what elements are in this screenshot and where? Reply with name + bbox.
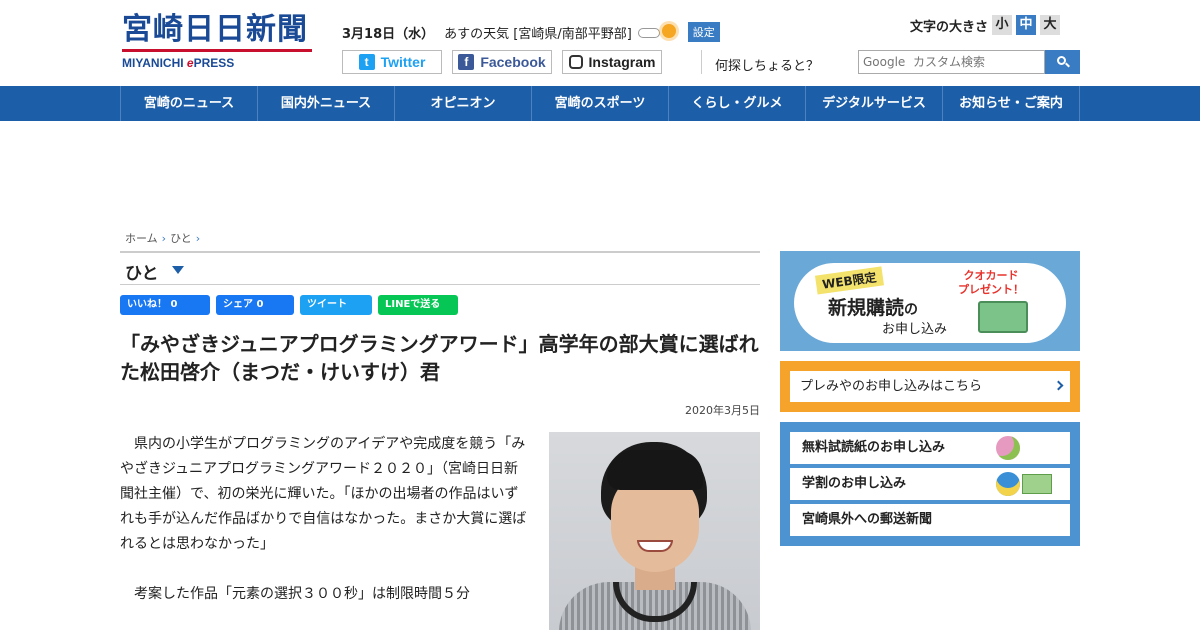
current-date: 3月18日（水） <box>342 26 435 42</box>
student-discount-link[interactable]: 学割のお申し込み <box>790 468 1070 500</box>
font-size-small-button[interactable]: 小 <box>992 15 1013 35</box>
promo-present-text: クオカード プレゼント！ <box>958 269 1024 296</box>
school-icon <box>1022 474 1052 494</box>
nav-opinion[interactable]: オピニオン <box>395 86 532 121</box>
facebook-like-button[interactable]: いいね！ 0 <box>120 295 210 315</box>
nav-digital[interactable]: デジタルサービス <box>806 86 943 121</box>
tweet-button[interactable]: ツイート <box>300 295 372 315</box>
facebook-icon: f <box>458 54 475 70</box>
section-header: ひと <box>120 251 760 285</box>
header-divider <box>701 50 702 74</box>
subscription-promo-banner[interactable]: WEB限定 新規購読の お申し込み クオカード プレゼント！ <box>780 251 1080 351</box>
instagram-icon <box>568 55 583 69</box>
twitter-link[interactable]: t Twitter <box>342 50 442 74</box>
breadcrumb-section[interactable]: ひと <box>170 232 192 245</box>
search-prompt-label: 何探しちょると？ <box>715 59 820 74</box>
font-size-label: 文字の大きさ <box>910 19 989 35</box>
article-headline: 「みやざきジュニアプログラミングアワード」高学年の部大賞に選ばれた松田啓介（まつ… <box>120 332 759 384</box>
subscription-links: 無料試読紙のお申し込み 学割のお申し込み 宮崎県外への郵送新聞 <box>780 422 1080 546</box>
bird-mascot-icon <box>996 472 1020 496</box>
date-weather-line: 3月18日（水） あすの天気 [宮崎県/南部平野部] 設定 <box>342 22 720 42</box>
nav-miyazaki-news[interactable]: 宮崎のニュース <box>121 86 258 121</box>
search-input[interactable] <box>858 50 1045 74</box>
site-search <box>858 50 1080 74</box>
weather-label: あすの天気 [宮崎県/南部平野部] <box>444 26 632 42</box>
premiya-link[interactable]: プレみやのお申し込みはこちら <box>790 371 1070 402</box>
site-logo[interactable]: 宮崎日日新聞 MIYANICHI ePRESS <box>122 14 314 72</box>
facebook-share-button[interactable]: シェア 0 <box>216 295 294 315</box>
mail-delivery-link[interactable]: 宮崎県外への郵送新聞 <box>790 504 1070 536</box>
chevron-right-icon: › <box>161 232 167 245</box>
nav-info[interactable]: お知らせ・ご案内 <box>943 86 1080 121</box>
line-share-button[interactable]: LINEで送る <box>378 295 458 315</box>
promo-title: 新規購読の <box>828 297 919 319</box>
instagram-link[interactable]: Instagram <box>562 50 662 74</box>
font-size-switcher: 文字の大きさ 小 中 大 <box>910 15 1061 35</box>
chevron-right-icon <box>1053 380 1064 391</box>
free-trial-link[interactable]: 無料試読紙のお申し込み <box>790 432 1070 464</box>
section-title: ひと <box>125 264 159 284</box>
breadcrumb: ホーム › ひと › <box>125 230 204 246</box>
twitter-icon: t <box>358 54 375 70</box>
nav-lifestyle[interactable]: くらし・グルメ <box>669 86 806 121</box>
font-size-medium-button[interactable]: 中 <box>1016 15 1037 35</box>
promo-subtitle: お申し込み <box>882 322 948 337</box>
article-date: 2020年3月5日 <box>685 404 760 417</box>
logo-underline <box>122 49 312 52</box>
site-header: 宮崎日日新聞 MIYANICHI ePRESS 3月18日（水） あすの天気 [… <box>0 0 1200 86</box>
chevron-right-icon: › <box>195 232 201 245</box>
breadcrumb-home[interactable]: ホーム <box>125 232 158 245</box>
font-size-large-button[interactable]: 大 <box>1040 15 1061 35</box>
search-button[interactable] <box>1045 50 1080 74</box>
article-body: 県内の小学生がプログラミングのアイデアや完成度を競う「みやざきジュニアプログラミ… <box>120 432 530 630</box>
article-paragraph: 県内の小学生がプログラミングのアイデアや完成度を競う「みやざきジュニアプログラミ… <box>120 436 527 552</box>
article-photo <box>549 432 760 630</box>
logo-subtitle: MIYANICHI ePRESS <box>122 56 235 70</box>
main-nav: 宮崎のニュース 国内外ニュース オピニオン 宮崎のスポーツ くらし・グルメ デジ… <box>0 86 1200 121</box>
premiya-box: プレみやのお申し込みはこちら <box>780 361 1080 412</box>
cloudy-sunny-icon <box>636 22 680 42</box>
article-paragraph: 考案した作品「元素の選択３００秒」は制限時間５分 <box>134 586 470 602</box>
mascot-icon <box>996 436 1020 460</box>
weather-settings-button[interactable]: 設定 <box>687 22 720 42</box>
share-buttons: いいね！ 0 シェア 0 ツイート LINEで送る <box>120 295 458 315</box>
nav-sports[interactable]: 宮崎のスポーツ <box>532 86 669 121</box>
nav-national-news[interactable]: 国内外ニュース <box>258 86 395 121</box>
logo-title: 宮崎日日新聞 <box>122 12 308 47</box>
quo-card-icon <box>978 301 1028 333</box>
facebook-link[interactable]: f Facebook <box>452 50 552 74</box>
dropdown-triangle-icon[interactable] <box>172 266 184 274</box>
